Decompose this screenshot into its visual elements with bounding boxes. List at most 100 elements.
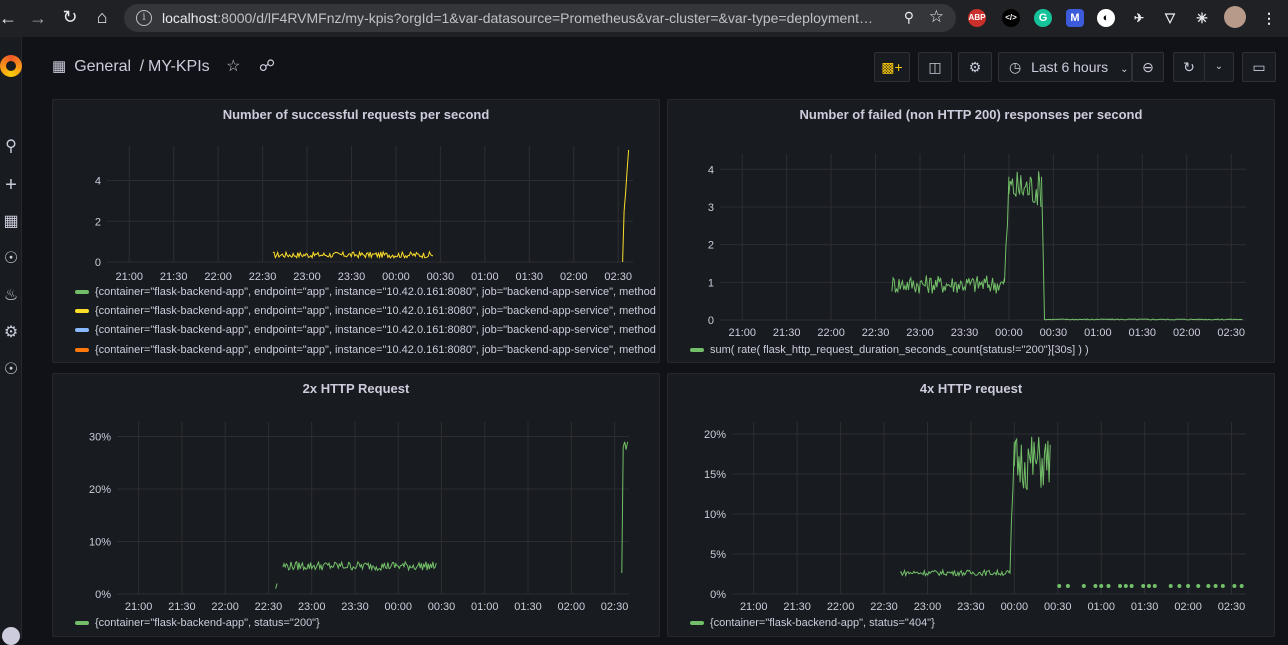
x-tick-label: 23:30 (957, 601, 985, 613)
zoom-out-button[interactable]: ⊖ (1132, 52, 1164, 82)
add-panel-button[interactable]: ▩+ (874, 52, 910, 82)
series-point (1118, 584, 1123, 588)
grafana-logo-icon[interactable] (0, 55, 22, 77)
legend-item[interactable]: sum( rate( flask_http_request_duration_s… (690, 344, 1089, 356)
y-tick-label: 20% (89, 484, 111, 496)
tv-mode-button[interactable]: ▭ (1242, 52, 1276, 82)
series-line (622, 149, 630, 263)
circle-extension-icon[interactable]: ◐ (1097, 9, 1115, 27)
2x-http-graph[interactable]: 0% 10% 20% 30% 21:00 21:30 22:00 22:30 23:00 23:3… (53, 374, 660, 637)
bookmark-star-icon[interactable]: ☆ (929, 7, 944, 27)
y-tick-label: 4 (708, 164, 714, 176)
search-icon[interactable]: ⚲ (904, 9, 914, 26)
legend-item[interactable]: {container="flask-backend-app", status="… (690, 617, 935, 629)
x-tick-label: 23:30 (341, 601, 369, 613)
y-tick-label: 3 (708, 202, 714, 214)
x-tick-label: 21:30 (783, 601, 811, 613)
legend-item[interactable]: {container="flask-backend-app", endpoint… (75, 286, 656, 298)
panel-failed-responses[interactable]: Number of failed (non HTTP 200) response… (667, 99, 1275, 363)
reload-icon[interactable]: ↻ (54, 7, 86, 28)
y-tick-label: 10% (89, 537, 111, 549)
m-extension-icon[interactable]: M (1066, 9, 1084, 27)
panel-4x-http-request[interactable]: 4x HTTP request 0% 5% 10% 15% 20% 21:00 21:30 2… (667, 373, 1275, 637)
series-point (1099, 584, 1104, 588)
x-tick-label: 02:30 (604, 271, 632, 283)
grafana-sidebar: ⚲ + ▦ ☉ ♨ ⚙ ☉ (0, 37, 22, 645)
dashboard-settings-button[interactable]: ⚙ (958, 52, 992, 82)
failed-responses-graph[interactable]: 0 1 2 3 4 21:00 21:30 22:00 22:30 23:00 23:30 00:00… (668, 100, 1275, 363)
grammarly-extension-icon[interactable]: G (1034, 9, 1052, 27)
x-tick-label: 21:00 (740, 601, 768, 613)
refresh-interval-dropdown[interactable]: ⌄ (1204, 52, 1234, 82)
browser-menu-icon[interactable]: ⋮ (1260, 9, 1278, 27)
back-icon[interactable]: ← (0, 8, 24, 29)
series-line (1041, 176, 1045, 321)
time-range-label: Last 6 hours (1031, 59, 1109, 75)
legend-color-swatch (690, 621, 704, 626)
legend-label: {container="flask-backend-app", endpoint… (95, 344, 656, 356)
search-icon[interactable]: ⚲ (1, 137, 21, 157)
url-text: localhost:8000/d/lF4RVMFnz/my-kpis?orgId… (162, 10, 873, 26)
series-point (1168, 584, 1173, 588)
series-line (272, 250, 434, 260)
configuration-gear-icon[interactable]: ⚙ (1, 323, 21, 343)
legend-item[interactable]: {container="flask-backend-app", endpoint… (75, 305, 656, 317)
favorite-star-icon[interactable]: ☆ (226, 58, 240, 75)
dashboard-title[interactable]: MY-KPIs (148, 58, 210, 75)
panel-successful-requests[interactable]: Number of successful requests per second… (52, 99, 660, 363)
x-tick-label: 21:30 (160, 271, 188, 283)
series-point (1186, 584, 1191, 588)
y-tick-label: 1 (708, 277, 714, 289)
legend-color-swatch (75, 621, 89, 626)
adblock-extension-icon[interactable]: ABP (968, 9, 986, 27)
y-tick-label: 15% (704, 469, 726, 481)
x-tick-label: 23:00 (293, 271, 321, 283)
series-point (1213, 584, 1218, 588)
panel-2x-http-request[interactable]: 2x HTTP Request 0% 10% 20% 30% 21:00 21:30 22:… (52, 373, 660, 637)
x-tick-label: 00:00 (995, 327, 1023, 339)
legend-item[interactable]: {container="flask-backend-app", endpoint… (75, 344, 656, 356)
save-dashboard-button[interactable]: ◫ (918, 52, 952, 82)
x-tick-label: 00:00 (382, 271, 410, 283)
share-icon[interactable]: ☍ (259, 58, 275, 75)
create-plus-icon[interactable]: + (1, 175, 21, 195)
site-info-icon[interactable]: i (136, 10, 152, 26)
refresh-button[interactable]: ↻ (1173, 52, 1205, 82)
4x-http-graph[interactable]: 0% 5% 10% 15% 20% 21:00 21:30 22:00 22:30 23:00 23… (668, 374, 1275, 637)
x-tick-label: 02:30 (601, 601, 629, 613)
address-bar[interactable]: i localhost:8000/d/lF4RVMFnz/my-kpis?org… (124, 4, 956, 32)
plane-extension-icon[interactable]: ✈ (1130, 9, 1148, 27)
x-tick-label: 02:30 (1218, 601, 1246, 613)
legend-item[interactable]: {container="flask-backend-app", status="… (75, 617, 320, 629)
x-tick-label: 00:00 (1001, 601, 1029, 613)
series-point (1239, 584, 1244, 588)
series-point (1177, 584, 1182, 588)
alerting-bell-icon[interactable]: ♨ (1, 286, 21, 306)
puzzle-extensions-icon[interactable]: ✳ (1193, 9, 1211, 27)
code-extension-icon[interactable]: </> (1002, 9, 1020, 27)
folder-link[interactable]: General (74, 58, 131, 75)
x-tick-label: 23:30 (338, 271, 366, 283)
time-picker-button[interactable]: ◷ Last 6 hours ⌄ (998, 52, 1132, 82)
breadcrumb: ▦ General / MY-KPIs ☆ ☍ (52, 56, 275, 76)
y-tick-label: 0% (710, 589, 726, 601)
x-tick-label: 00:30 (1040, 327, 1068, 339)
explore-compass-icon[interactable]: ☉ (1, 249, 21, 269)
shield-extension-icon[interactable]: ▽ (1161, 9, 1179, 27)
x-tick-label: 23:30 (951, 327, 979, 339)
y-tick-label: 5% (710, 549, 726, 561)
x-tick-label: 01:30 (1131, 601, 1159, 613)
dashboards-icon[interactable]: ▦ (1, 212, 21, 232)
legend-label: {container="flask-backend-app", status="… (710, 617, 935, 629)
y-tick-label: 2 (95, 216, 101, 228)
legend-label: sum( rate( flask_http_request_duration_s… (710, 344, 1089, 356)
x-tick-label: 00:00 (384, 601, 412, 613)
series-line (1004, 176, 1010, 283)
server-admin-shield-icon[interactable]: ☉ (1, 360, 21, 380)
forward-icon[interactable]: → (22, 8, 54, 29)
x-tick-label: 01:30 (1129, 327, 1157, 339)
home-icon[interactable]: ⌂ (86, 7, 118, 28)
user-avatar[interactable] (2, 627, 20, 645)
legend-item[interactable]: {container="flask-backend-app", endpoint… (75, 324, 656, 336)
profile-avatar[interactable] (1224, 6, 1246, 28)
